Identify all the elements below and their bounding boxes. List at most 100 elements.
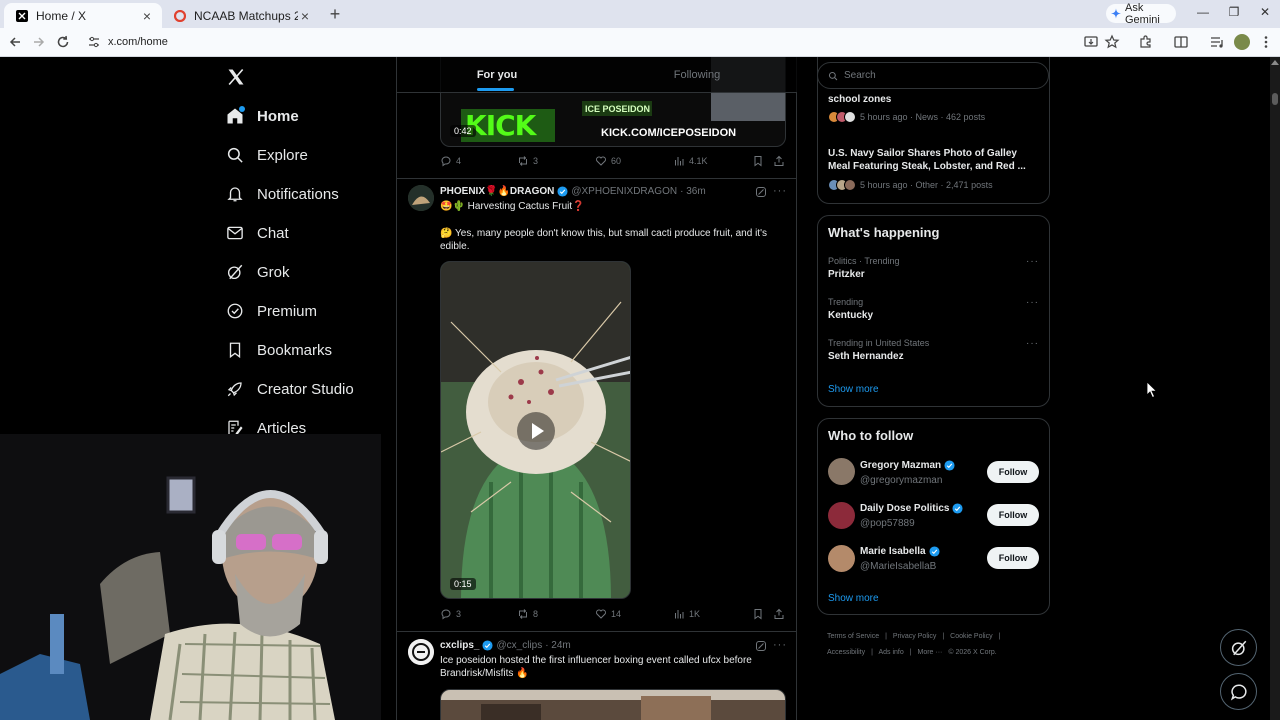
show-more-link[interactable]: Show more <box>828 384 879 395</box>
post-time[interactable]: · 24m <box>545 640 571 651</box>
post-media-boxing[interactable] <box>440 689 786 720</box>
x-logo-icon[interactable] <box>226 67 246 87</box>
more-options-icon[interactable]: ··· <box>773 185 787 197</box>
scrollbar-thumb[interactable] <box>1272 93 1278 105</box>
back-icon[interactable] <box>7 34 23 50</box>
bookmark-star-icon[interactable] <box>1104 34 1120 50</box>
window-close-icon[interactable]: ✕ <box>1256 5 1274 21</box>
nav-premium[interactable]: Premium <box>226 297 317 325</box>
unread-dot <box>239 106 245 112</box>
forward-icon[interactable] <box>31 34 47 50</box>
media-control-icon[interactable] <box>1209 34 1225 50</box>
post-time[interactable]: · 36m <box>680 186 706 197</box>
news-title[interactable]: U.S. Navy Sailor Shares Photo of Galley … <box>828 147 1038 173</box>
nav-home[interactable]: Home <box>226 102 299 130</box>
author-name[interactable]: PHOENIX🌹🔥DRAGON <box>440 186 554 197</box>
footer-ads-link[interactable]: Ads info <box>878 649 903 656</box>
nav-label: Grok <box>257 263 290 281</box>
views-button[interactable]: 1K <box>673 608 700 620</box>
tab-title: Home / X <box>36 8 87 23</box>
grok-explain-icon[interactable] <box>755 186 767 198</box>
chat-fab-button[interactable] <box>1220 673 1257 710</box>
trend-more-icon[interactable]: ··· <box>1026 256 1039 267</box>
reload-icon[interactable] <box>55 34 71 50</box>
post-header: cxclips_ @cx_clips · 24m <box>440 640 571 651</box>
avatar[interactable] <box>408 185 434 211</box>
nav-grok[interactable]: Grok <box>226 258 290 286</box>
nav-explore[interactable]: Explore <box>226 141 308 169</box>
reply-button[interactable]: 4 <box>440 155 461 167</box>
footer-cookie-link[interactable]: Cookie Policy <box>950 633 992 640</box>
extensions-icon[interactable] <box>1138 34 1154 50</box>
nav-bookmarks[interactable]: Bookmarks <box>226 336 332 364</box>
views-button[interactable]: 4.1K <box>673 155 708 167</box>
footer-accessibility-link[interactable]: Accessibility <box>827 649 865 656</box>
trend-more-icon[interactable]: ··· <box>1026 297 1039 308</box>
share-icon[interactable] <box>773 155 785 167</box>
nav-label: Bookmarks <box>257 341 333 359</box>
news-title[interactable]: school zones <box>828 93 1038 106</box>
bookmark-icon[interactable] <box>752 155 764 167</box>
restore-icon[interactable]: ❐ <box>1225 5 1243 21</box>
heart-icon <box>596 609 606 619</box>
play-icon <box>532 423 544 439</box>
repost-button[interactable]: 3 <box>517 155 538 167</box>
follow-button[interactable]: Follow <box>987 547 1039 569</box>
play-button[interactable] <box>517 412 555 450</box>
views-icon <box>675 157 684 166</box>
post-video-cactus[interactable]: 0:15 <box>440 261 631 599</box>
trend-name[interactable]: Kentucky <box>828 310 873 321</box>
split-view-icon[interactable] <box>1173 34 1189 50</box>
avatar[interactable] <box>408 639 434 665</box>
user-name[interactable]: Marie Isabella <box>860 546 940 557</box>
trend-name[interactable]: Seth Hernandez <box>828 351 904 362</box>
like-button[interactable]: 14 <box>595 608 621 620</box>
avatar[interactable] <box>828 502 855 529</box>
nav-notifications[interactable]: Notifications <box>226 180 339 208</box>
profile-avatar[interactable] <box>1234 34 1250 50</box>
minimize-icon[interactable]: — <box>1194 5 1212 21</box>
author-handle[interactable]: @XPHOENIXDRAGON <box>571 186 677 197</box>
close-tab-icon[interactable]: × <box>298 9 312 23</box>
search-icon <box>828 71 838 80</box>
menu-kebab-icon[interactable] <box>1258 34 1274 50</box>
site-info-icon[interactable] <box>88 36 100 48</box>
show-more-link[interactable]: Show more <box>828 593 879 604</box>
tab-home-x[interactable]: Home / X × <box>4 3 162 28</box>
author-handle[interactable]: @cx_clips <box>496 640 542 651</box>
bookmark-icon[interactable] <box>752 608 764 620</box>
share-icon[interactable] <box>773 608 785 620</box>
like-button[interactable]: 60 <box>595 155 621 167</box>
close-tab-icon[interactable]: × <box>140 9 154 23</box>
user-name[interactable]: Gregory Mazman <box>860 460 955 471</box>
page-scrollbar[interactable] <box>1270 57 1280 720</box>
grok-fab-button[interactable] <box>1220 629 1257 666</box>
tab-ncaab[interactable]: NCAAB Matchups 2025-2026 - × <box>162 3 320 28</box>
nav-creator-studio[interactable]: Creator Studio <box>226 375 354 403</box>
more-options-icon[interactable]: ··· <box>773 639 787 651</box>
footer-privacy-link[interactable]: Privacy Policy <box>893 633 937 640</box>
scroll-up-icon[interactable] <box>1271 59 1279 65</box>
reply-button[interactable]: 3 <box>440 608 461 620</box>
footer-more-link[interactable]: More ··· <box>918 649 943 656</box>
author-name[interactable]: cxclips_ <box>440 640 479 651</box>
grok-explain-icon[interactable] <box>755 640 767 652</box>
tab-following[interactable]: Following <box>597 57 797 93</box>
ask-gemini-button[interactable]: Ask Gemini <box>1106 2 1176 26</box>
news-meta: 5 hours ago · News · 462 posts <box>828 111 985 123</box>
mail-icon <box>227 226 243 240</box>
address-bar[interactable]: x.com/home <box>80 31 1120 53</box>
user-name[interactable]: Daily Dose Politics <box>860 503 964 514</box>
trend-name[interactable]: Pritzker <box>828 269 865 280</box>
footer-terms-link[interactable]: Terms of Service <box>827 633 879 640</box>
new-tab-icon[interactable]: + <box>326 5 344 23</box>
install-app-icon[interactable] <box>1083 34 1099 50</box>
repost-button[interactable]: 8 <box>517 608 538 620</box>
follow-button[interactable]: Follow <box>987 461 1039 483</box>
nav-chat[interactable]: Chat <box>226 219 289 247</box>
avatar[interactable] <box>828 458 855 485</box>
avatar[interactable] <box>828 545 855 572</box>
trend-more-icon[interactable]: ··· <box>1026 338 1039 349</box>
search-input[interactable]: Search <box>817 62 1049 89</box>
follow-button[interactable]: Follow <box>987 504 1039 526</box>
